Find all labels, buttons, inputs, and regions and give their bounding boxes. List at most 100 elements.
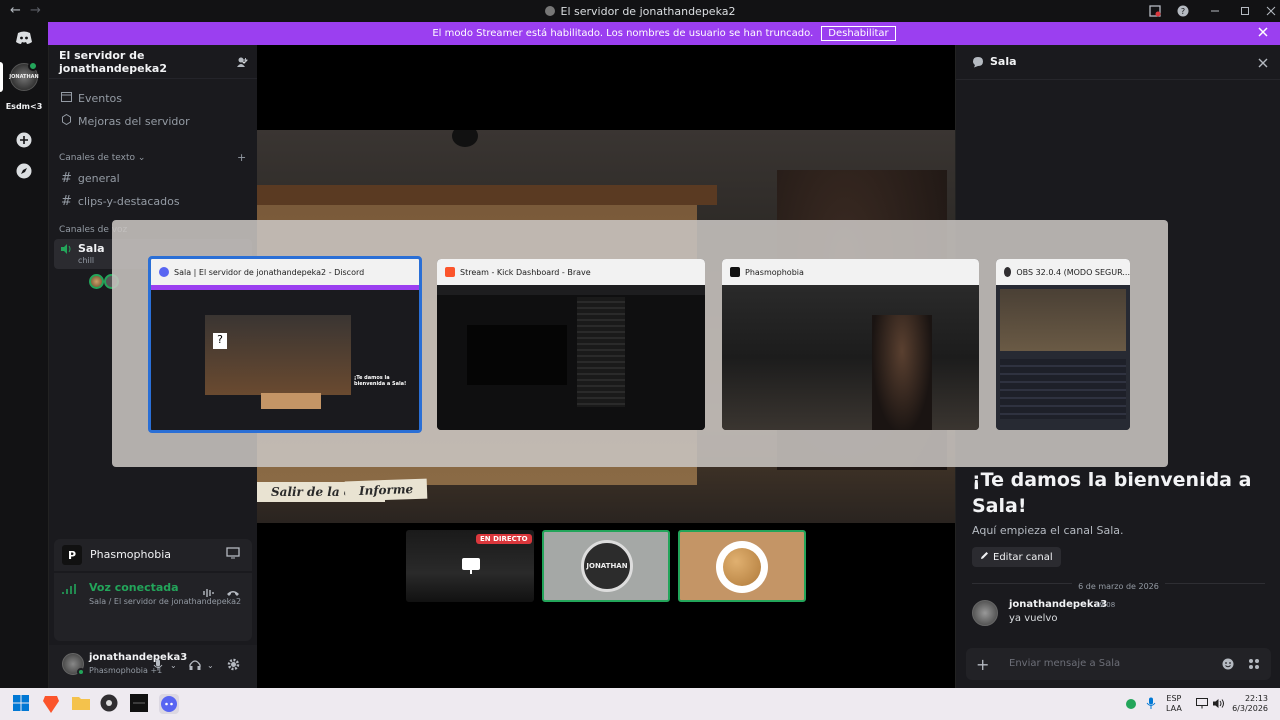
tray-microphone-icon[interactable] bbox=[1146, 697, 1156, 713]
voice-user-avatar[interactable] bbox=[89, 274, 104, 289]
headphones-icon[interactable] bbox=[189, 659, 201, 674]
server-header[interactable]: El servidor de jonathandepeka2 bbox=[49, 45, 258, 79]
user-panel: jonathandepeka3 Phasmophobia +1 ⌄ ⌄ bbox=[49, 645, 258, 688]
voice-active-icon bbox=[28, 61, 38, 71]
obs-taskbar-icon[interactable] bbox=[100, 694, 120, 714]
add-channel-icon[interactable]: + bbox=[237, 151, 246, 164]
brave-icon bbox=[445, 267, 455, 277]
user-activity: Phasmophobia +1 bbox=[89, 666, 163, 675]
add-attachment-icon[interactable]: + bbox=[976, 655, 989, 674]
volume-icon[interactable] bbox=[1212, 698, 1225, 712]
microphone-icon[interactable] bbox=[153, 659, 163, 674]
window-title: El servidor de jonathandepeka2 bbox=[560, 4, 736, 18]
noise-suppression-icon[interactable] bbox=[202, 587, 216, 602]
message-input[interactable]: Enviar mensaje a Sala bbox=[1009, 658, 1120, 669]
phasmophobia-taskbar-icon[interactable] bbox=[130, 694, 150, 714]
edit-channel-label: Editar canal bbox=[993, 551, 1053, 563]
participant-tile-jonathan[interactable]: JONATHAN bbox=[542, 530, 670, 602]
window-title: Phasmophobia bbox=[745, 267, 804, 277]
server-logo-text: JONATHAN bbox=[9, 74, 39, 80]
server-label[interactable]: Esdm<3 bbox=[0, 102, 48, 111]
settings-gear-icon[interactable] bbox=[227, 658, 240, 674]
channel-label: clips-y-destacados bbox=[77, 195, 180, 208]
sidebar-item-boosts[interactable]: Mejoras del servidor bbox=[61, 113, 190, 128]
speaker-icon bbox=[60, 243, 72, 258]
online-status-icon bbox=[77, 668, 85, 676]
svg-text:?: ? bbox=[1181, 7, 1185, 16]
switcher-window-phasmophobia[interactable]: Phasmophobia bbox=[722, 259, 979, 430]
message-time: 19:08 bbox=[1095, 601, 1116, 609]
sidebar-item-events[interactable]: Eventos bbox=[61, 91, 122, 105]
window-header: OBS 32.0.4 (MODO SEGUR... bbox=[996, 259, 1130, 285]
add-server-icon[interactable] bbox=[10, 126, 38, 154]
message-author[interactable]: jonathandepeka3 bbox=[1009, 599, 1107, 610]
chat-bubble-icon bbox=[972, 56, 984, 71]
participant-tile-stream[interactable]: EN DIRECTO bbox=[406, 530, 534, 602]
clock-date: 6/3/2026 bbox=[1232, 704, 1268, 713]
window-header: Sala | El servidor de jonathandepeka2 - … bbox=[151, 259, 419, 285]
video-detail bbox=[257, 185, 717, 205]
inbox-icon[interactable] bbox=[1140, 0, 1170, 22]
lang-bottom: LAA bbox=[1166, 704, 1182, 713]
category-label: Canales de texto bbox=[59, 153, 135, 163]
calendar-icon bbox=[61, 91, 72, 105]
text-category-header[interactable]: Canales de texto ⌄ bbox=[59, 153, 145, 163]
apps-icon[interactable] bbox=[1248, 658, 1260, 673]
close-window-icon[interactable] bbox=[1256, 0, 1280, 22]
channel-clips[interactable]: # clips-y-destacados bbox=[61, 194, 180, 209]
disable-streamer-button[interactable]: Deshabilitar bbox=[821, 26, 896, 41]
close-panel-icon[interactable] bbox=[1258, 57, 1268, 71]
window-thumbnail: ? ¡Te damos la bienvenida a Sala! bbox=[151, 285, 419, 430]
streamer-mode-banner: El modo Streamer está habilitado. Los no… bbox=[48, 22, 1280, 45]
explore-icon[interactable] bbox=[10, 157, 38, 185]
brave-taskbar-icon[interactable] bbox=[42, 694, 62, 714]
activity-game: Phasmophobia bbox=[90, 548, 171, 561]
obs-icon bbox=[1004, 267, 1012, 277]
discord-taskbar-icon[interactable] bbox=[159, 694, 179, 714]
add-member-icon[interactable] bbox=[236, 56, 248, 71]
thumb-banner bbox=[151, 285, 419, 290]
language-indicator[interactable]: ESP LAA bbox=[1166, 688, 1182, 720]
emoji-icon[interactable] bbox=[1222, 658, 1234, 673]
sidebar-item-label: Eventos bbox=[78, 91, 122, 105]
chevron-down-icon[interactable]: ⌄ bbox=[170, 661, 177, 670]
file-explorer-icon[interactable] bbox=[71, 694, 91, 714]
clock[interactable]: 22:13 6/3/2026 bbox=[1232, 688, 1268, 720]
message-input-box[interactable]: + Enviar mensaje a Sala bbox=[966, 648, 1271, 680]
close-banner-icon[interactable] bbox=[1258, 27, 1268, 40]
boost-icon bbox=[61, 113, 72, 128]
chevron-down-icon[interactable]: ⌄ bbox=[207, 661, 214, 670]
disconnect-icon[interactable] bbox=[226, 587, 240, 601]
switcher-window-brave[interactable]: Stream - Kick Dashboard - Brave bbox=[437, 259, 705, 430]
edit-channel-button[interactable]: Editar canal bbox=[972, 547, 1061, 567]
thumb-docks bbox=[1000, 359, 1126, 419]
thumb-welcome-text: ¡Te damos la bienvenida a Sala! bbox=[354, 375, 407, 387]
activity-panel[interactable]: P Phasmophobia bbox=[54, 539, 252, 571]
video-detail bbox=[452, 130, 478, 147]
minimize-icon[interactable] bbox=[1200, 0, 1230, 22]
title-bar: ← → El servidor de jonathandepeka2 ? bbox=[0, 0, 1280, 22]
hash-icon: # bbox=[61, 171, 72, 186]
screen-share-icon[interactable] bbox=[226, 547, 240, 562]
message-avatar[interactable] bbox=[972, 600, 998, 626]
discord-home-icon[interactable] bbox=[10, 24, 38, 52]
channel-general[interactable]: # general bbox=[61, 171, 120, 186]
server-name: El servidor de jonathandepeka2 bbox=[59, 48, 167, 75]
thumb-player bbox=[467, 325, 567, 385]
status-indicator-icon[interactable] bbox=[1126, 699, 1136, 709]
participant-tile-cookie[interactable] bbox=[678, 530, 806, 602]
report-paper[interactable]: Informe bbox=[344, 478, 428, 502]
date-divider: 6 de marzo de 2026 bbox=[956, 578, 1280, 592]
windows-start-icon[interactable] bbox=[12, 694, 32, 714]
hash-icon: # bbox=[61, 194, 72, 209]
pencil-icon bbox=[980, 551, 989, 563]
switcher-window-obs[interactable]: OBS 32.0.4 (MODO SEGUR... bbox=[996, 259, 1130, 430]
thumb-toolbar bbox=[437, 285, 705, 295]
window-header: Phasmophobia bbox=[722, 259, 979, 285]
switcher-window-discord[interactable]: Sala | El servidor de jonathandepeka2 - … bbox=[148, 256, 422, 433]
phasmophobia-icon bbox=[730, 267, 740, 277]
network-icon[interactable] bbox=[1196, 698, 1208, 712]
sidebar-item-label: Mejoras del servidor bbox=[78, 114, 190, 128]
date-divider-text: 6 de marzo de 2026 bbox=[1072, 582, 1165, 591]
help-icon[interactable]: ? bbox=[1168, 0, 1198, 22]
